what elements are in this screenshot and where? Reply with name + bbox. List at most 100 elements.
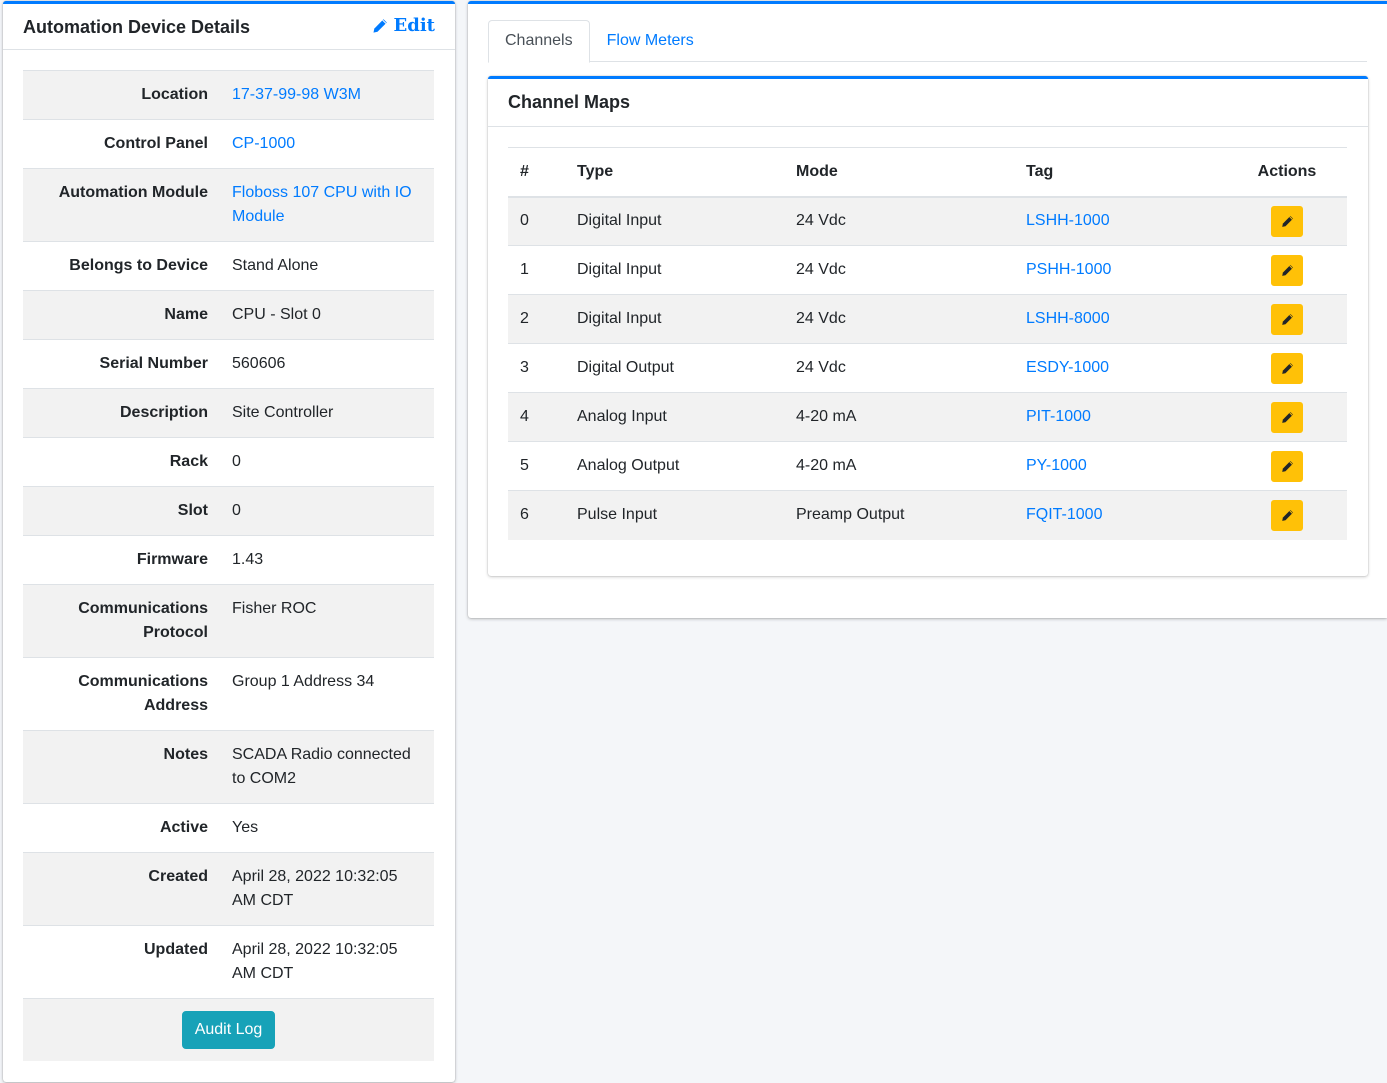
channel-number: 0 — [508, 196, 565, 246]
audit-log-row: Audit Log — [23, 999, 434, 1061]
detail-label: Communications Protocol — [78, 600, 208, 641]
table-row: 3 Digital Output 24 Vdc ESDY-1000 — [508, 343, 1347, 393]
channel-type: Digital Input — [565, 294, 784, 344]
pencil-icon — [1281, 313, 1293, 325]
channel-tag-cell: LSHH-8000 — [1014, 294, 1227, 344]
detail-label: Communications Address — [78, 673, 208, 714]
column-header-mode: Mode — [784, 147, 1014, 198]
device-details-header: Automation Device Details Edit — [3, 4, 455, 50]
tab-bar: Channels Flow Meters — [488, 20, 1367, 63]
detail-row: Description Site Controller — [23, 389, 434, 438]
edit-channel-button[interactable] — [1271, 352, 1303, 384]
pencil-icon — [1281, 362, 1293, 374]
tab-channels[interactable]: Channels — [488, 20, 590, 63]
channel-number: 2 — [508, 294, 565, 344]
channel-actions-cell — [1227, 392, 1347, 442]
edit-channel-button[interactable] — [1271, 401, 1303, 433]
detail-row: Updated April 28, 2022 10:32:05 AM CDT — [23, 926, 434, 999]
channel-number: 1 — [508, 245, 565, 295]
detail-label: Slot — [177, 502, 208, 519]
detail-value: Group 1 Address 34 — [232, 673, 375, 690]
detail-row: Active Yes — [23, 804, 434, 853]
detail-label: Notes — [163, 746, 208, 763]
detail-value: April 28, 2022 10:32:05 AM CDT — [232, 868, 398, 909]
channel-maps-table: # Type Mode Tag Actions 0 Digital Input 24… — [508, 147, 1347, 540]
detail-label: Rack — [169, 453, 208, 470]
edit-device-link[interactable]: Edit — [372, 15, 435, 36]
channel-tag-cell: PIT-1000 — [1014, 392, 1227, 442]
edit-channel-button[interactable] — [1271, 450, 1303, 482]
channel-type: Pulse Input — [565, 490, 784, 540]
pencil-icon — [1281, 509, 1293, 521]
channel-type: Digital Input — [565, 196, 784, 246]
channel-maps-title: Channel Maps — [508, 92, 631, 112]
edit-label: Edit — [393, 15, 435, 36]
detail-row: Serial Number 560606 — [23, 340, 434, 389]
table-header-row: # Type Mode Tag Actions — [508, 147, 1347, 198]
pencil-icon — [1281, 411, 1293, 423]
table-row: 2 Digital Input 24 Vdc LSHH-8000 — [508, 294, 1347, 344]
detail-row: Notes SCADA Radio connected to COM2 — [23, 731, 434, 804]
edit-channel-button[interactable] — [1271, 499, 1303, 531]
channel-actions-cell — [1227, 343, 1347, 393]
channel-number: 3 — [508, 343, 565, 393]
edit-channel-button[interactable] — [1271, 205, 1303, 237]
detail-row: Name CPU - Slot 0 — [23, 291, 434, 340]
channel-tag-link[interactable]: FQIT-1000 — [1026, 506, 1102, 523]
device-details-card: Automation Device Details Edit Location 1… — [3, 1, 455, 1082]
channel-tag-cell: ESDY-1000 — [1014, 343, 1227, 393]
audit-log-button[interactable]: Audit Log — [181, 1011, 276, 1049]
channel-type: Digital Input — [565, 245, 784, 295]
channel-mode: 24 Vdc — [784, 343, 1014, 393]
channel-actions-cell — [1227, 441, 1347, 491]
channel-type: Analog Input — [565, 392, 784, 442]
channel-actions-cell — [1227, 490, 1347, 540]
detail-value-link[interactable]: 17-37-99-98 W3M — [208, 83, 434, 107]
channel-tag-cell: PY-1000 — [1014, 441, 1227, 491]
channel-mode: 4-20 mA — [784, 392, 1014, 442]
channel-actions-cell — [1227, 294, 1347, 344]
channel-tag-link[interactable]: LSHH-1000 — [1026, 212, 1110, 229]
detail-label: Control Panel — [103, 135, 208, 152]
channel-tag-cell: FQIT-1000 — [1014, 490, 1227, 540]
detail-row: Firmware 1.43 — [23, 536, 434, 585]
channel-mode: 24 Vdc — [784, 294, 1014, 344]
detail-row: Communications Protocol Fisher ROC — [23, 585, 434, 658]
channel-tag-link[interactable]: PIT-1000 — [1026, 408, 1091, 425]
detail-label: Belongs to Device — [69, 257, 208, 274]
detail-value: 560606 — [232, 355, 286, 372]
channel-tag-link[interactable]: LSHH-8000 — [1026, 310, 1110, 327]
channel-tag-link[interactable]: PY-1000 — [1026, 457, 1087, 474]
edit-channel-button[interactable] — [1271, 254, 1303, 286]
channel-number: 4 — [508, 392, 565, 442]
detail-value: 1.43 — [232, 551, 264, 568]
channel-tag-link[interactable]: ESDY-1000 — [1026, 359, 1109, 376]
tab-flow-meters[interactable]: Flow Meters — [590, 20, 711, 62]
detail-row: Rack 0 — [23, 438, 434, 487]
channel-number: 6 — [508, 490, 565, 540]
detail-row: Created April 28, 2022 10:32:05 AM CDT — [23, 853, 434, 926]
pencil-icon — [373, 18, 387, 33]
detail-label: Serial Number — [99, 355, 208, 372]
device-details-title: Automation Device Details — [23, 17, 251, 37]
detail-row: Location 17-37-99-98 W3M — [23, 71, 434, 120]
detail-value: April 28, 2022 10:32:05 AM CDT — [232, 941, 398, 982]
channel-tag-link[interactable]: PSHH-1000 — [1026, 261, 1111, 278]
channel-tag-cell: PSHH-1000 — [1014, 245, 1227, 295]
channel-mode: 24 Vdc — [784, 245, 1014, 295]
detail-row: Automation Module Floboss 107 CPU with IO… — [23, 169, 434, 242]
channel-tag-cell: LSHH-1000 — [1014, 196, 1227, 246]
table-row: 5 Analog Output 4-20 mA PY-1000 — [508, 441, 1347, 491]
detail-value: CPU - Slot 0 — [232, 306, 321, 323]
channel-mode: Preamp Output — [784, 490, 1014, 540]
column-header-number: # — [508, 147, 565, 198]
edit-channel-button[interactable] — [1271, 303, 1303, 335]
detail-label: Created — [148, 868, 208, 885]
detail-value: Yes — [232, 819, 259, 836]
detail-label: Firmware — [136, 551, 208, 568]
detail-value-link[interactable]: Floboss 107 CPU with IO Module — [208, 181, 434, 229]
detail-value: Stand Alone — [232, 257, 319, 274]
detail-value-link[interactable]: CP-1000 — [208, 132, 434, 156]
column-header-tag: Tag — [1014, 147, 1227, 198]
pencil-icon — [1281, 460, 1293, 472]
